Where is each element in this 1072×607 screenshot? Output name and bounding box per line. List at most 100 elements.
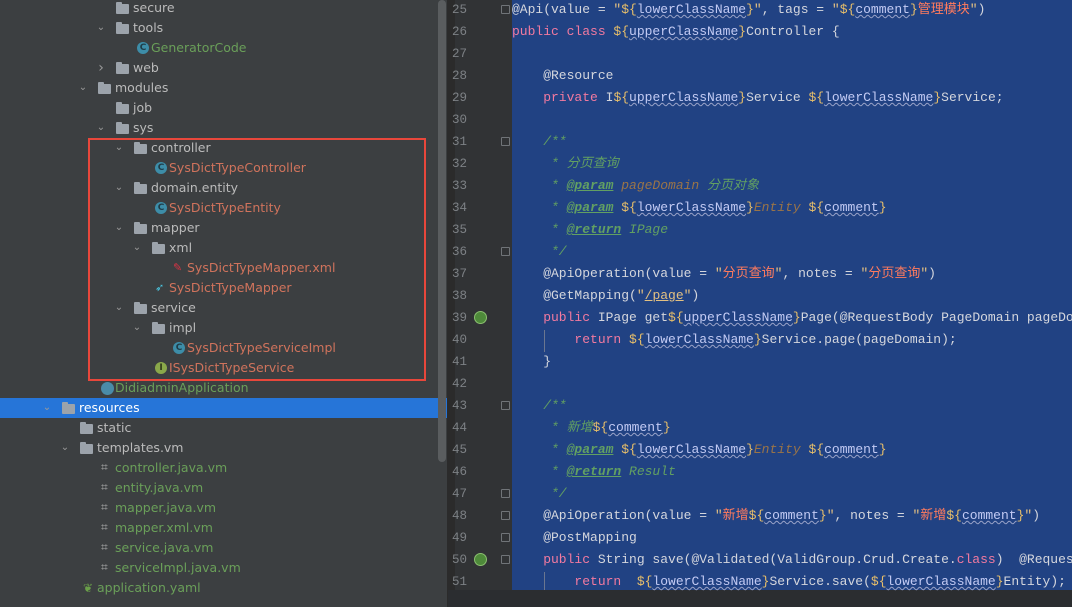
tree-item[interactable]: ⌗ service.java.vm xyxy=(0,538,447,558)
code-token: ${ xyxy=(808,90,825,105)
code-line[interactable]: @GetMapping("/page") xyxy=(512,285,699,307)
folder-icon xyxy=(116,102,129,114)
code-token: ${ xyxy=(621,200,637,215)
tree-item[interactable]: › web xyxy=(0,58,447,78)
code-line[interactable]: public String save(@Validated(ValidGroup… xyxy=(512,549,1072,571)
tree-item[interactable]: ⌗ entity.java.vm xyxy=(0,478,447,498)
line-number: 51 xyxy=(452,575,468,589)
tree-item[interactable]: ⌗ mapper.java.vm xyxy=(0,498,447,518)
tree-item[interactable]: ⌄ tools xyxy=(0,18,447,38)
line-number: 38 xyxy=(452,289,468,303)
code-line[interactable]: /** xyxy=(512,131,566,153)
line-number: 29 xyxy=(452,91,468,105)
code-line[interactable]: * @return IPage xyxy=(512,219,668,241)
tree-item-label: web xyxy=(133,60,159,75)
chevron-down-icon[interactable]: ⌄ xyxy=(78,78,88,98)
endpoint-gutter-icon[interactable] xyxy=(474,553,487,566)
tree-item-label: mapper.xml.vm xyxy=(115,520,213,535)
velocity-template-icon: ⌗ xyxy=(101,520,108,534)
tree-item[interactable]: DidiadminApplication xyxy=(0,378,447,398)
fold-marker-icon[interactable] xyxy=(501,5,510,14)
tree-item[interactable]: ⌄ sys xyxy=(0,118,447,138)
code-line[interactable]: */ xyxy=(512,483,567,505)
fold-marker-icon[interactable] xyxy=(501,401,510,410)
code-line[interactable]: return ${lowerClassName}Service.page(pag… xyxy=(512,329,956,351)
code-token: ) @RequestBody xyxy=(995,552,1072,567)
code-token: " xyxy=(636,288,645,303)
code-line[interactable]: private I${upperClassName}Service ${lowe… xyxy=(512,87,1004,109)
code-token: IPage get xyxy=(597,310,669,325)
code-token: ${ xyxy=(668,310,684,325)
code-token: @ApiOperation(value = xyxy=(512,508,715,523)
code-line[interactable]: * 新增${comment} xyxy=(512,417,671,439)
code-line[interactable]: @Api(value = "${lowerClassName}", tags =… xyxy=(512,0,985,21)
endpoint-gutter-icon[interactable] xyxy=(474,311,487,324)
tree-item-label: entity.java.vm xyxy=(115,480,204,495)
tree-item[interactable]: secure xyxy=(0,0,447,18)
code-line[interactable]: return ${lowerClassName}Service.save(${l… xyxy=(512,571,1066,593)
code-line[interactable]: @ApiOperation(value = "分页查询", notes = "分… xyxy=(512,263,936,285)
chevron-down-icon[interactable]: ⌄ xyxy=(96,18,106,38)
tree-item[interactable]: job xyxy=(0,98,447,118)
folder-icon xyxy=(80,422,93,434)
code-token: lowerClassName xyxy=(636,200,747,215)
tree-item[interactable]: C GeneratorCode xyxy=(0,38,447,58)
code-line[interactable]: * 分页查询 xyxy=(512,153,619,175)
code-token: " xyxy=(714,508,723,523)
code-line[interactable]: * @param ${lowerClassName}Entity ${comme… xyxy=(512,197,887,219)
code-token: @ApiOperation(value = xyxy=(512,266,715,281)
line-number: 45 xyxy=(452,443,468,457)
code-line[interactable]: @Resource xyxy=(512,65,613,87)
code-token: , tags = xyxy=(761,2,832,17)
code-token: ) xyxy=(691,288,700,303)
tree-item[interactable]: ⌄ modules xyxy=(0,78,447,98)
code-line[interactable]: public IPage get${upperClassName}Page(@R… xyxy=(512,307,1072,329)
tree-scrollbar[interactable] xyxy=(438,0,446,462)
code-line[interactable]: @PostMapping xyxy=(512,527,637,549)
code-line[interactable]: * @return Result xyxy=(512,461,676,483)
tree-item-label: modules xyxy=(115,80,169,95)
code-line[interactable]: */ xyxy=(512,241,567,263)
code-line[interactable]: /** xyxy=(512,395,566,417)
code-line[interactable]: public class ${upperClassName}Controller… xyxy=(512,21,840,43)
fold-marker-icon[interactable] xyxy=(501,533,510,542)
code-line[interactable]: * @param ${lowerClassName}Entity ${comme… xyxy=(512,439,887,461)
code-token: ${ xyxy=(592,420,609,435)
chevron-down-icon[interactable]: ⌄ xyxy=(96,118,106,138)
code-token: private xyxy=(512,90,606,105)
fold-marker-icon[interactable] xyxy=(501,489,510,498)
tree-item[interactable]: ⌄ templates.vm xyxy=(0,438,447,458)
code-token: } xyxy=(792,310,801,325)
tree-item[interactable]: ❦ application.yaml xyxy=(0,578,447,598)
tree-item[interactable]: ⌗ controller.java.vm xyxy=(0,458,447,478)
code-line[interactable]: @ApiOperation(value = "新增${comment}", no… xyxy=(512,505,1040,527)
fold-marker-icon[interactable] xyxy=(501,555,510,564)
folder-icon xyxy=(116,62,129,74)
code-token: * 新增 xyxy=(512,420,593,435)
code-token: " xyxy=(753,2,762,17)
yaml-file-icon: ❦ xyxy=(83,581,94,595)
chevron-down-icon[interactable]: ⌄ xyxy=(42,398,52,418)
code-token: * xyxy=(512,178,567,193)
fold-marker-icon[interactable] xyxy=(501,137,510,146)
code-token: * xyxy=(512,442,567,457)
code-line[interactable]: } xyxy=(512,351,551,373)
code-line[interactable]: * @param pageDomain 分页对象 xyxy=(512,175,759,197)
code-token: Entity xyxy=(753,442,801,457)
code-token: Service; xyxy=(941,90,1004,105)
fold-marker-icon[interactable] xyxy=(501,511,510,520)
line-number: 49 xyxy=(452,531,468,545)
code-token: */ xyxy=(512,244,567,259)
tree-item[interactable]: static xyxy=(0,418,447,438)
chevron-down-icon[interactable]: ⌄ xyxy=(60,438,70,458)
code-token: @param xyxy=(566,178,614,193)
tree-item[interactable]: ⌗ serviceImpl.java.vm xyxy=(0,558,447,578)
fold-marker-icon[interactable] xyxy=(501,247,510,256)
code-token: } xyxy=(662,420,671,435)
tree-item[interactable]: ⌄ resources xyxy=(0,398,447,418)
tree-item[interactable]: ⌗ mapper.xml.vm xyxy=(0,518,447,538)
code-token: } xyxy=(995,574,1004,589)
code-token: public xyxy=(512,310,598,325)
chevron-right-icon[interactable]: › xyxy=(96,58,106,78)
